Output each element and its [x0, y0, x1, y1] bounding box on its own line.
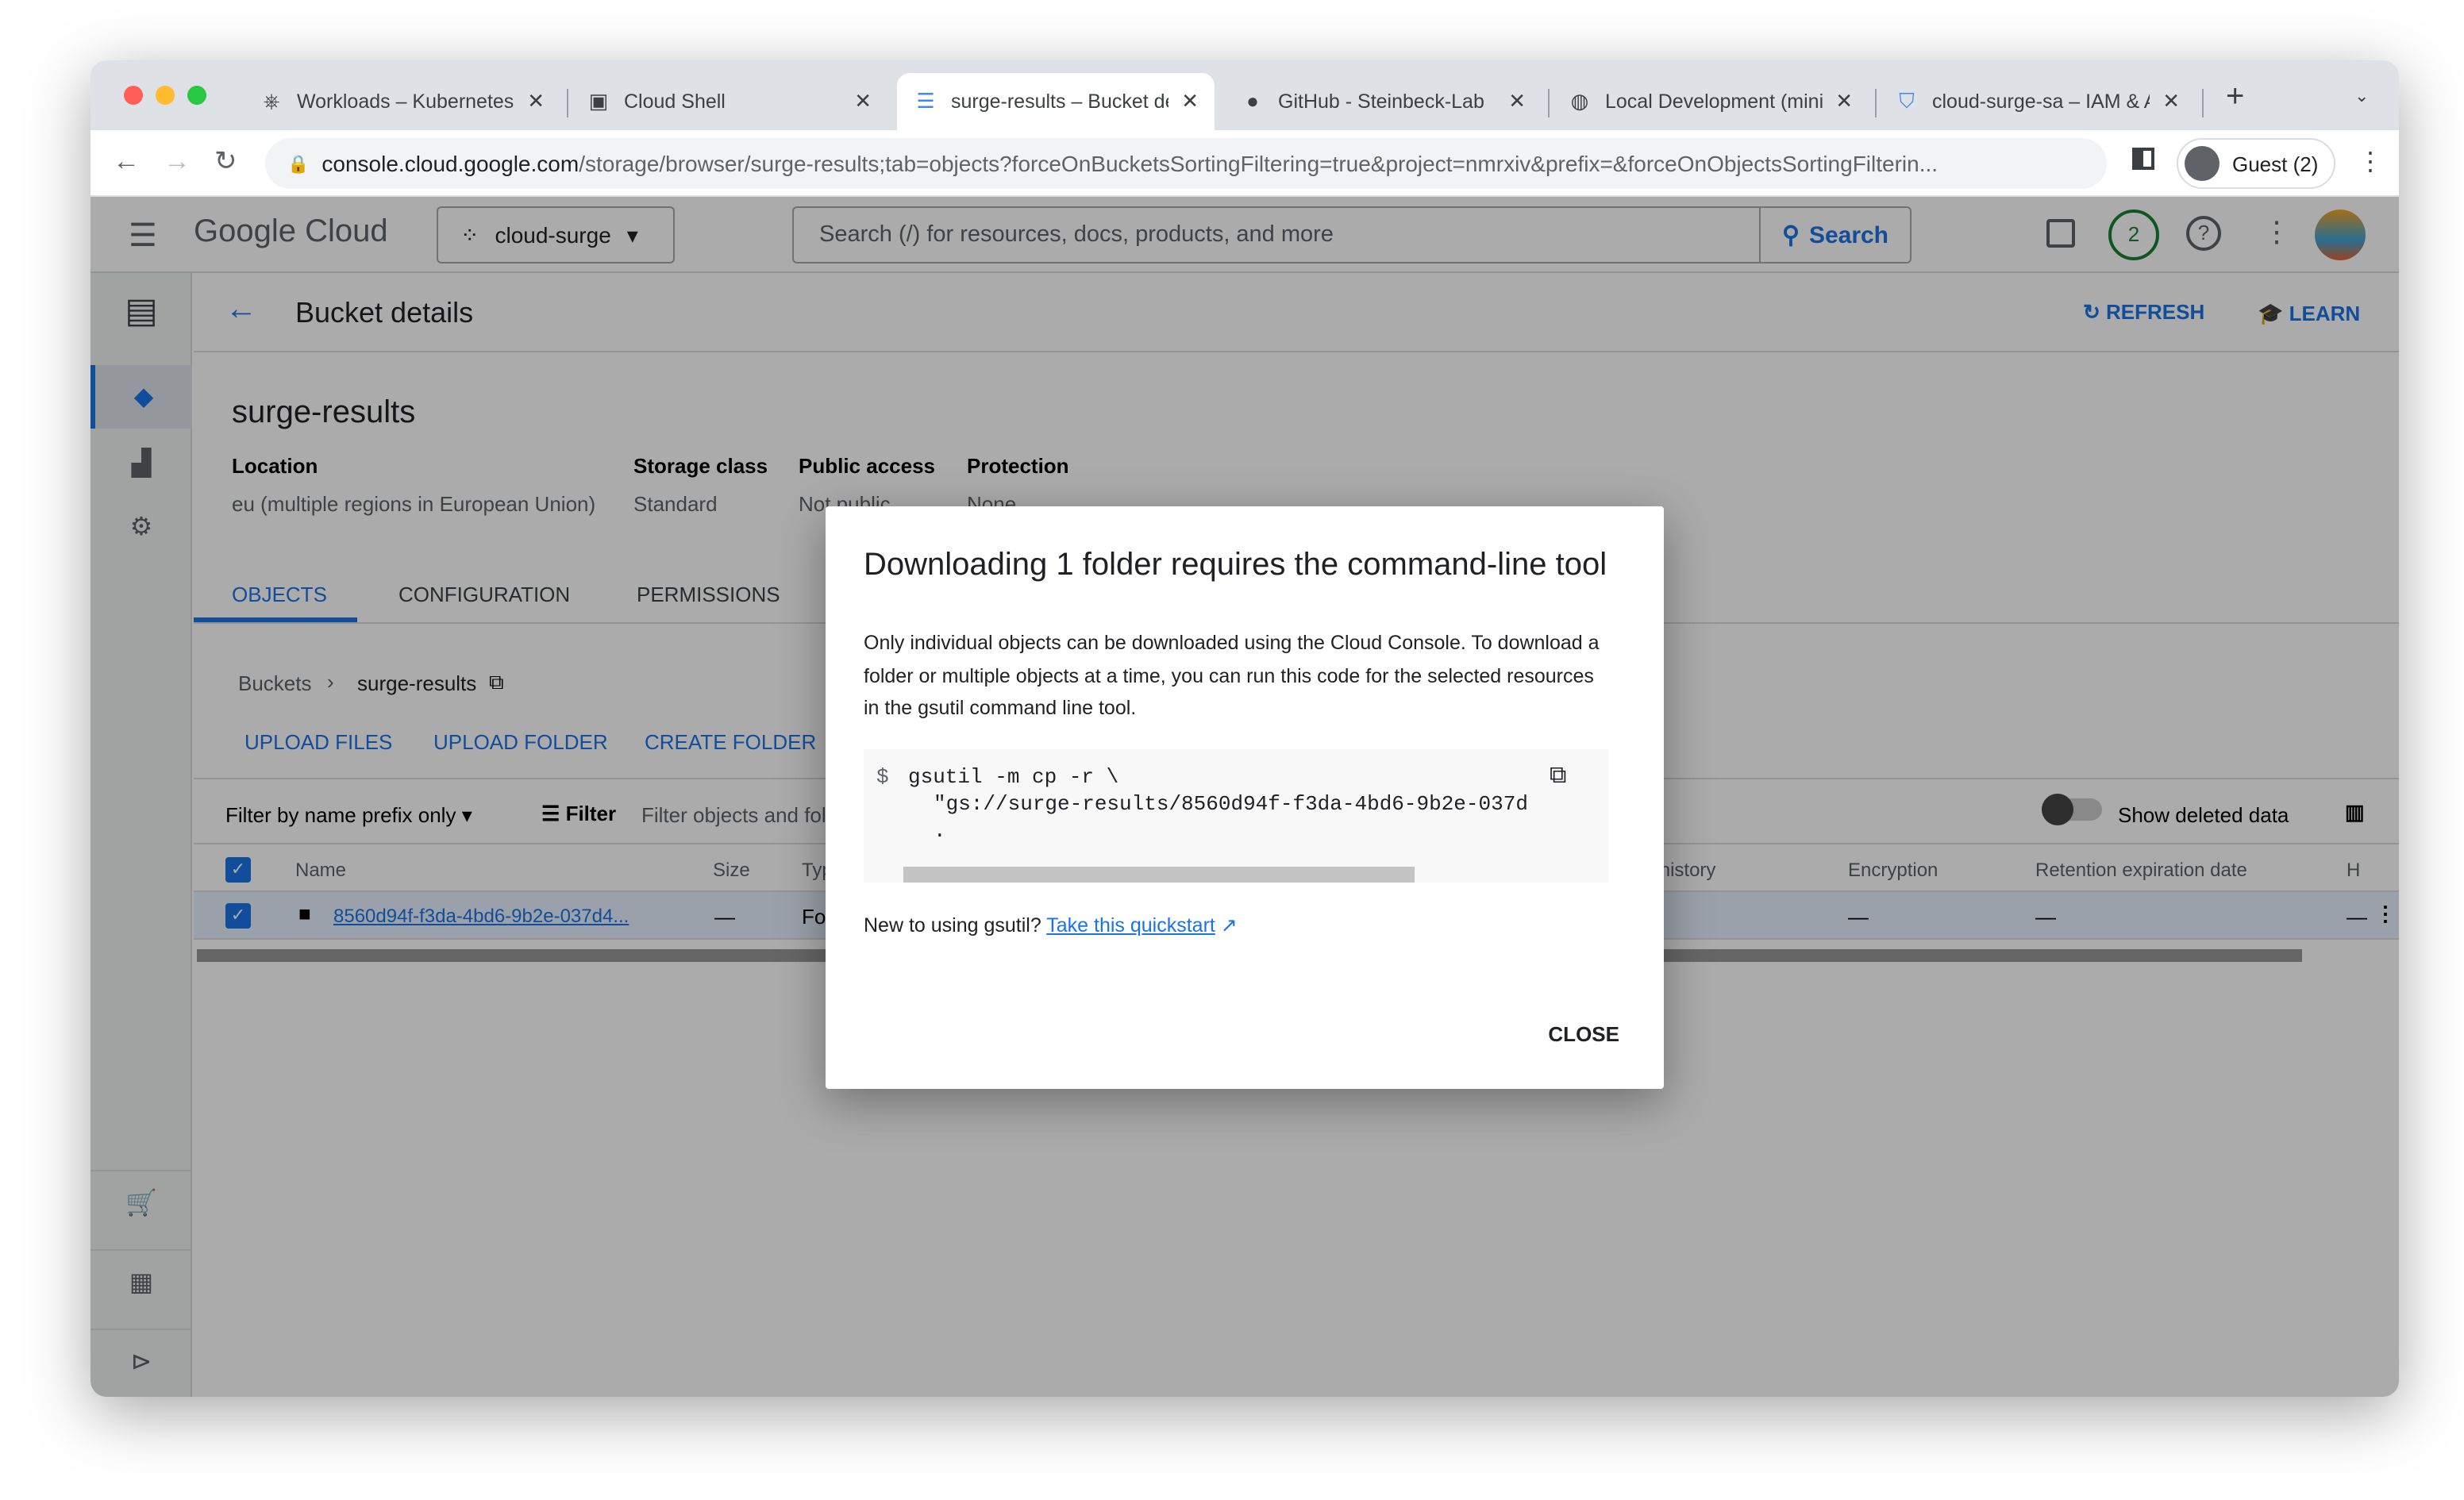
browser-tab[interactable]: ● GitHub - Steinbeck-Lab ✕ — [1224, 73, 1542, 130]
github-icon: ● — [1246, 89, 1259, 113]
close-tab-icon[interactable]: ✕ — [527, 89, 545, 114]
sidepanel-icon[interactable] — [2132, 148, 2154, 170]
minimize-window-button[interactable] — [156, 86, 175, 105]
address-bar-row: ← → ↻ 🔒 console.cloud.google.com/storage/… — [90, 130, 2399, 197]
download-dialog: Downloading 1 folder requires the comman… — [826, 506, 1664, 1089]
reload-icon[interactable]: ↻ — [214, 146, 237, 178]
lock-icon: 🔒 — [287, 155, 310, 174]
browser-tab[interactable]: ⛉cloud-surge-sa – IAM & Admin✕ — [1878, 73, 2196, 130]
close-window-button[interactable] — [124, 86, 143, 105]
forward-icon[interactable]: → — [164, 146, 191, 178]
terminal-icon: ▣ — [588, 89, 609, 113]
avatar-icon — [2185, 146, 2220, 181]
browser-tab[interactable]: ▣ Cloud Shell ✕ — [570, 73, 887, 130]
browser-window: ⎈ Workloads – Kubernetes ✕ ▣ Cloud Shell ✕ ☰… — [90, 60, 2399, 1397]
globe-icon: ◍ — [1570, 89, 1589, 113]
copy-code-icon[interactable]: ⧉ — [1550, 760, 1566, 789]
browser-tab[interactable]: ⎈ Workloads – Kubernetes ✕ — [243, 73, 560, 130]
close-button[interactable]: CLOSE — [1548, 1022, 1619, 1046]
new-tab-icon[interactable]: + — [2226, 79, 2244, 116]
tab-search-chevron-icon[interactable]: ⌄ — [2354, 86, 2369, 106]
shield-icon: ⛉ — [1899, 89, 1915, 113]
dialog-title: Downloading 1 folder requires the comman… — [864, 548, 1607, 583]
menu-kebab-icon[interactable]: ⋮ — [2358, 146, 2383, 178]
close-tab-icon[interactable]: ✕ — [1181, 89, 1199, 114]
external-link-icon: ↗ — [1215, 914, 1238, 937]
url-input[interactable]: 🔒 console.cloud.google.com/storage/browse… — [265, 138, 2107, 189]
browser-tab[interactable]: ◍Local Development (minikube)✕ — [1551, 73, 1869, 130]
close-tab-icon[interactable]: ✕ — [1508, 89, 1526, 114]
browser-tab-active[interactable]: ☰surge-results – Bucket details✕ — [897, 73, 1215, 130]
close-tab-icon[interactable]: ✕ — [854, 89, 872, 114]
back-icon[interactable]: ← — [113, 146, 140, 178]
kubernetes-icon: ⎈ — [263, 89, 280, 113]
maximize-window-button[interactable] — [187, 86, 206, 105]
profile-button[interactable]: Guest (2) — [2177, 138, 2335, 189]
dialog-body: Only individual objects can be downloade… — [864, 632, 1600, 719]
tab-bar: ⎈ Workloads – Kubernetes ✕ ▣ Cloud Shell ✕ ☰… — [90, 60, 2399, 130]
quickstart-link[interactable]: Take this quickstart — [1046, 914, 1215, 937]
close-tab-icon[interactable]: ✕ — [2162, 89, 2180, 114]
code-scrollbar[interactable] — [903, 867, 1415, 883]
close-tab-icon[interactable]: ✕ — [1835, 89, 1853, 114]
code-block: $ gsutil -m cp -r \ "gs://surge-results/… — [864, 749, 1608, 883]
storage-icon: ☰ — [916, 89, 935, 113]
